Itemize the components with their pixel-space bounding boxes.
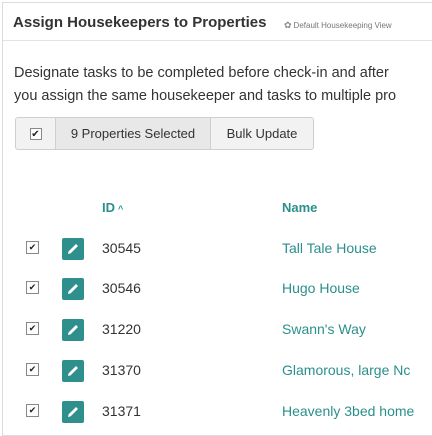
pencil-icon [68,366,78,376]
table-row: ✔ 31220 Swann's Way [0,309,432,349]
description-line-1: Designate tasks to be completed before c… [14,65,389,81]
select-all-button[interactable]: ✔ [16,118,56,149]
column-header-name-label: Name [282,200,318,215]
row-id: 31220 [102,321,141,337]
edit-button[interactable] [62,401,84,423]
edit-button[interactable] [62,238,84,260]
view-label: Default Housekeeping View [293,21,392,30]
row-checkbox[interactable]: ✔ [26,281,39,294]
column-header-id-label: ID [102,200,115,215]
row-name-link[interactable]: Glamorous, large Nc [282,362,432,378]
panel-header: Assign Housekeepers to Properties ✿ Defau… [3,3,432,41]
selection-toolbar: ✔ 9 Properties Selected Bulk Update [15,117,314,150]
row-checkbox[interactable]: ✔ [26,241,39,254]
pencil-icon [68,244,78,254]
edit-button[interactable] [62,319,84,341]
pencil-icon [68,407,78,417]
row-checkbox[interactable]: ✔ [26,363,39,376]
column-header-id[interactable]: ID ^ [102,200,123,215]
select-all-checkbox[interactable]: ✔ [29,127,42,140]
row-checkbox[interactable]: ✔ [26,404,39,417]
page-title: Assign Housekeepers to Properties [13,14,267,31]
column-header-name[interactable]: Name [282,200,317,215]
bulk-update-button[interactable]: Bulk Update [211,118,313,149]
table-row: ✔ 30546 Hugo House [0,268,432,308]
row-name-link[interactable]: Hugo House [282,280,432,296]
row-id: 30545 [102,240,141,256]
pencil-icon [68,325,78,335]
edit-button[interactable] [62,278,84,300]
table-row: ✔ 31370 Glamorous, large Nc [0,350,432,390]
selected-count-button[interactable]: 9 Properties Selected [56,118,211,149]
row-name-link[interactable]: Heavenly 3bed home [282,403,432,419]
row-name-link[interactable]: Swann's Way [282,321,432,337]
edit-button[interactable] [62,360,84,382]
sort-ascending-icon: ^ [118,204,124,214]
row-id: 31371 [102,403,141,419]
row-name-link[interactable]: Tall Tale House [282,240,432,256]
row-id: 31370 [102,362,141,378]
row-id: 30546 [102,280,141,296]
pencil-icon [68,284,78,294]
gear-icon: ✿ [284,20,292,30]
row-checkbox[interactable]: ✔ [26,322,39,335]
table-row: ✔ 31371 Heavenly 3bed home [0,391,432,431]
table-row: ✔ 30545 Tall Tale House [0,228,432,268]
view-selector[interactable]: ✿ Default Housekeeping View [284,20,392,31]
description: Designate tasks to be completed before c… [14,62,432,108]
description-line-2: you assign the same housekeeper and task… [14,88,397,104]
